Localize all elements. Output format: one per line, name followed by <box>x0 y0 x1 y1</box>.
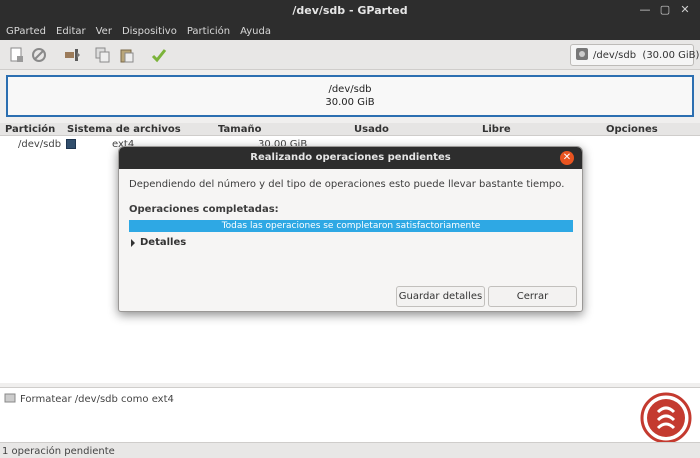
col-particion[interactable]: Partición <box>5 123 55 136</box>
toolbar: /dev/sdb (30.00 GiB) ▾ <box>0 40 700 70</box>
col-tamano[interactable]: Tamaño <box>218 123 261 136</box>
device-selector[interactable]: /dev/sdb (30.00 GiB) ▾ <box>570 44 699 66</box>
expander-arrow-icon <box>131 238 135 247</box>
menu-gparted[interactable]: GParted <box>6 26 46 37</box>
statusbar: 1 operación pendiente <box>0 442 700 458</box>
menu-particion[interactable]: Partición <box>187 26 230 37</box>
copy-icon[interactable] <box>94 46 112 64</box>
menu-ayuda[interactable]: Ayuda <box>240 26 271 37</box>
close-icon[interactable]: ✕ <box>678 3 692 17</box>
close-button[interactable]: Cerrar <box>488 286 577 307</box>
details-label: Detalles <box>140 237 187 248</box>
details-expander[interactable]: Detalles <box>131 237 186 248</box>
dialog-close-icon[interactable]: ✕ <box>560 151 574 165</box>
minimize-icon[interactable]: — <box>638 3 652 17</box>
menu-dispositivo[interactable]: Dispositivo <box>122 26 177 37</box>
window-controls: — ▢ ✕ <box>638 3 692 17</box>
status-text: 1 operación pendiente <box>2 446 115 457</box>
save-details-button[interactable]: Guardar detalles <box>396 286 485 307</box>
col-libre[interactable]: Libre <box>482 123 511 136</box>
partition-map-size: 30.00 GiB <box>325 97 375 108</box>
partition-map[interactable]: /dev/sdb 30.00 GiB <box>6 75 694 117</box>
window-titlebar: /dev/sdb - GParted — ▢ ✕ <box>0 0 700 22</box>
partition-map-device: /dev/sdb <box>328 84 372 95</box>
paste-icon[interactable] <box>118 46 136 64</box>
col-opciones[interactable]: Opciones <box>606 123 658 136</box>
menubar: GParted Editar Ver Dispositivo Partición… <box>0 22 700 40</box>
pending-operations-panel: Formatear /dev/sdb como ext4 <box>0 387 700 442</box>
maximize-icon[interactable]: ▢ <box>658 3 672 17</box>
device-selector-label: /dev/sdb (30.00 GiB) <box>593 49 700 61</box>
progress-bar: Todas las operaciones se completaron sat… <box>129 220 573 232</box>
menu-ver[interactable]: Ver <box>96 26 112 37</box>
new-icon[interactable] <box>8 46 26 64</box>
format-icon <box>4 392 16 407</box>
col-usado[interactable]: Usado <box>354 123 389 136</box>
dialog-description: Dependiendo del número y del tipo de ope… <box>129 179 565 190</box>
row-partition: /dev/sdb <box>18 139 62 150</box>
delete-icon[interactable] <box>30 46 48 64</box>
apply-icon[interactable] <box>150 46 168 64</box>
col-sistema-archivos[interactable]: Sistema de archivos <box>67 123 181 136</box>
resize-icon[interactable] <box>64 46 82 64</box>
dialog-title: Realizando operaciones pendientes <box>119 147 582 169</box>
pending-operations-dialog: Realizando operaciones pendientes ✕ Depe… <box>118 146 583 312</box>
completed-operations-label: Operaciones completadas: <box>129 204 279 215</box>
window-title: /dev/sdb - GParted <box>292 4 408 17</box>
disk-icon <box>575 47 589 64</box>
pending-operation-label: Formatear /dev/sdb como ext4 <box>20 394 174 405</box>
menu-editar[interactable]: Editar <box>56 26 86 37</box>
filesystem-color-swatch <box>66 139 76 149</box>
watermark-logo <box>640 392 692 444</box>
pending-operation-item[interactable]: Formatear /dev/sdb como ext4 <box>4 392 174 407</box>
progress-text: Todas las operaciones se completaron sat… <box>221 221 481 231</box>
table-header: Partición Sistema de archivos Tamaño Usa… <box>0 123 700 136</box>
